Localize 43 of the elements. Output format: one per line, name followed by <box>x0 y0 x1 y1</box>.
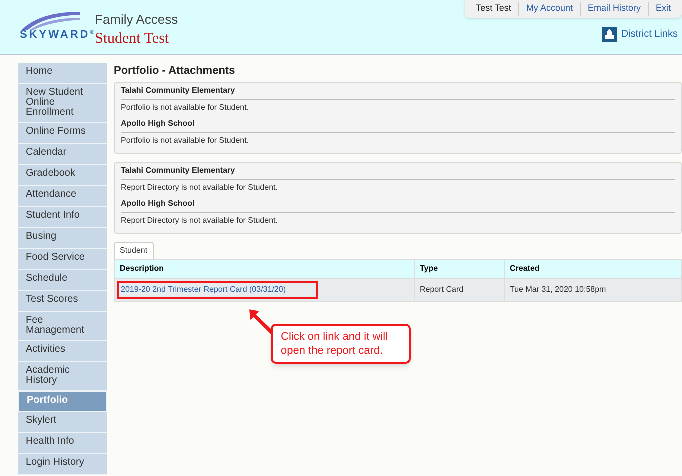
sidebar-item[interactable]: Attendance <box>18 186 107 207</box>
column-header: Created <box>504 259 682 278</box>
sidebar-item[interactable]: Health Info <box>18 433 107 454</box>
sidebar-item[interactable]: Skylert <box>18 412 107 433</box>
sidebar-item[interactable]: Busing <box>18 228 107 249</box>
sidebar-item[interactable]: Fee Management <box>18 312 107 341</box>
table-cell: Tue Mar 31, 2020 10:58pm <box>504 278 682 301</box>
sidebar-item[interactable]: Calendar <box>18 144 107 165</box>
top-link[interactable]: My Account <box>518 2 580 16</box>
sidebar-item[interactable]: Academic History <box>18 362 107 391</box>
sidebar-item[interactable]: Login History <box>18 454 107 475</box>
availability-message: Report Directory is not available for Student. <box>121 214 279 227</box>
sidebar-item[interactable]: Food Service <box>18 249 107 270</box>
school-name: Apollo High School <box>121 116 675 132</box>
school-name: Talahi Community Elementary <box>121 162 675 180</box>
availability-message: Portfolio is not available for Student. <box>121 134 250 146</box>
column-header: Description <box>114 259 414 278</box>
tab[interactable]: Student <box>114 242 154 258</box>
callout: Click on link and it will open the report card. <box>271 324 411 364</box>
sidebar-item[interactable]: Activities <box>18 341 107 362</box>
sidebar-item[interactable]: Gradebook <box>18 165 107 186</box>
page-title: Portfolio - Attachments <box>114 64 236 79</box>
sidebar-item[interactable]: Test Scores <box>18 291 107 312</box>
sidebar-item[interactable]: Student Info <box>18 207 107 228</box>
user-name[interactable]: Test Test <box>469 2 518 16</box>
sidebar-item[interactable]: Schedule <box>18 270 107 291</box>
logo-swoosh-icon <box>20 10 82 30</box>
availability-message: Report Directory is not available for Student. <box>121 182 279 194</box>
sidebar-item[interactable]: New Student Online Enrollment <box>18 84 107 123</box>
app-name: Family Access <box>95 11 178 29</box>
sidebar-item[interactable]: Online Forms <box>18 123 107 144</box>
school-name: Talahi Community Elementary <box>121 82 675 100</box>
top-link[interactable]: Exit <box>648 2 678 16</box>
student-name: Student Test <box>95 30 170 48</box>
school-name: Apollo High School <box>121 196 675 212</box>
logo-text: SKYWARD <box>20 30 90 41</box>
column-header: Type <box>414 259 504 278</box>
table-cell: Report Card <box>414 278 504 301</box>
building-icon <box>602 27 618 42</box>
sidebar-item[interactable]: Home <box>18 63 107 84</box>
availability-message: Portfolio is not available for Student. <box>121 102 250 114</box>
district-links[interactable]: District Links <box>602 27 678 42</box>
top-link[interactable]: Email History <box>580 2 648 16</box>
